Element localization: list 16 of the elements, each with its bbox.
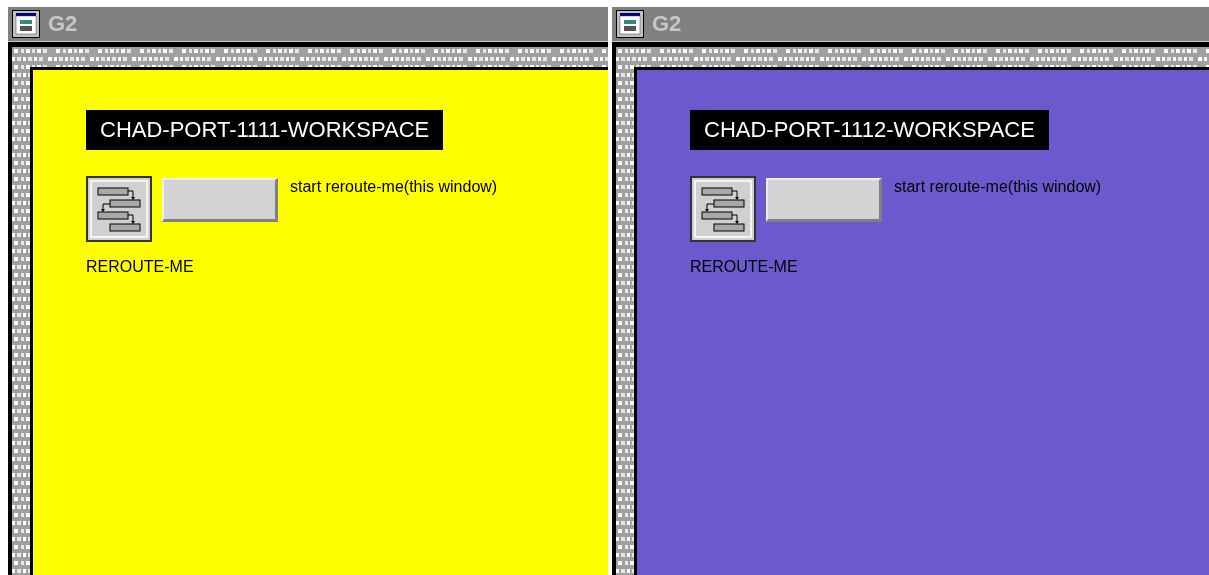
action-button[interactable]: [766, 178, 882, 222]
action-button[interactable]: [162, 178, 278, 222]
button-caption: start reroute-me(this window): [894, 179, 1102, 195]
flowchart-icon[interactable]: [690, 176, 756, 242]
procedure-label: REROUTE-ME: [690, 257, 798, 277]
window-title: G2: [48, 13, 78, 35]
title-bar[interactable]: G2: [612, 7, 1209, 42]
workspace-title: CHAD-PORT-1112-WORKSPACE: [690, 110, 1049, 150]
button-caption: start reroute-me(this window): [290, 179, 498, 195]
workspace-title: CHAD-PORT-1111-WORKSPACE: [86, 110, 444, 150]
window-title: G2: [652, 13, 682, 35]
flowchart-icon[interactable]: [86, 176, 152, 242]
procedure-label: REROUTE-ME: [86, 257, 194, 277]
window-icon[interactable]: [12, 10, 40, 38]
window-icon[interactable]: [616, 10, 644, 38]
title-bar[interactable]: G2: [8, 7, 608, 42]
